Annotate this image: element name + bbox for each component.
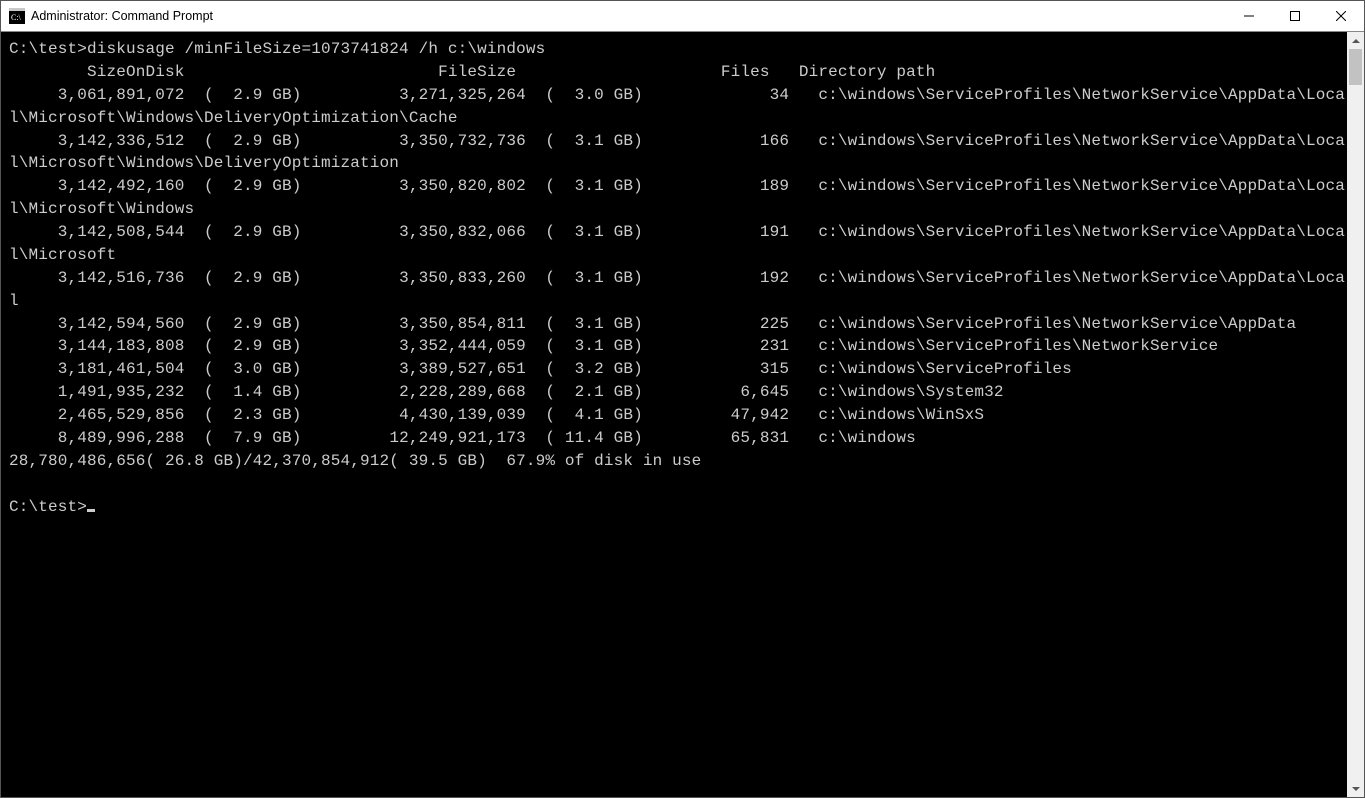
app-window: C:\ Administrator: Command Prompt C:\tes… xyxy=(0,0,1365,798)
window-controls xyxy=(1226,1,1364,31)
window-title: Administrator: Command Prompt xyxy=(31,9,1226,23)
prompt: C:\test> xyxy=(9,498,87,516)
scroll-down-button[interactable] xyxy=(1347,780,1364,797)
scroll-thumb[interactable] xyxy=(1349,49,1362,85)
client-area: C:\test>diskusage /minFileSize=107374182… xyxy=(1,32,1364,797)
scroll-up-button[interactable] xyxy=(1347,32,1364,49)
terminal-output[interactable]: C:\test>diskusage /minFileSize=107374182… xyxy=(1,32,1347,797)
minimize-button[interactable] xyxy=(1226,1,1272,31)
scroll-track[interactable] xyxy=(1347,49,1364,780)
vertical-scrollbar[interactable] xyxy=(1347,32,1364,797)
svg-text:C:\: C:\ xyxy=(11,13,22,22)
close-button[interactable] xyxy=(1318,1,1364,31)
maximize-button[interactable] xyxy=(1272,1,1318,31)
titlebar[interactable]: C:\ Administrator: Command Prompt xyxy=(1,1,1364,32)
cmd-icon: C:\ xyxy=(9,8,25,24)
cursor xyxy=(87,509,95,512)
